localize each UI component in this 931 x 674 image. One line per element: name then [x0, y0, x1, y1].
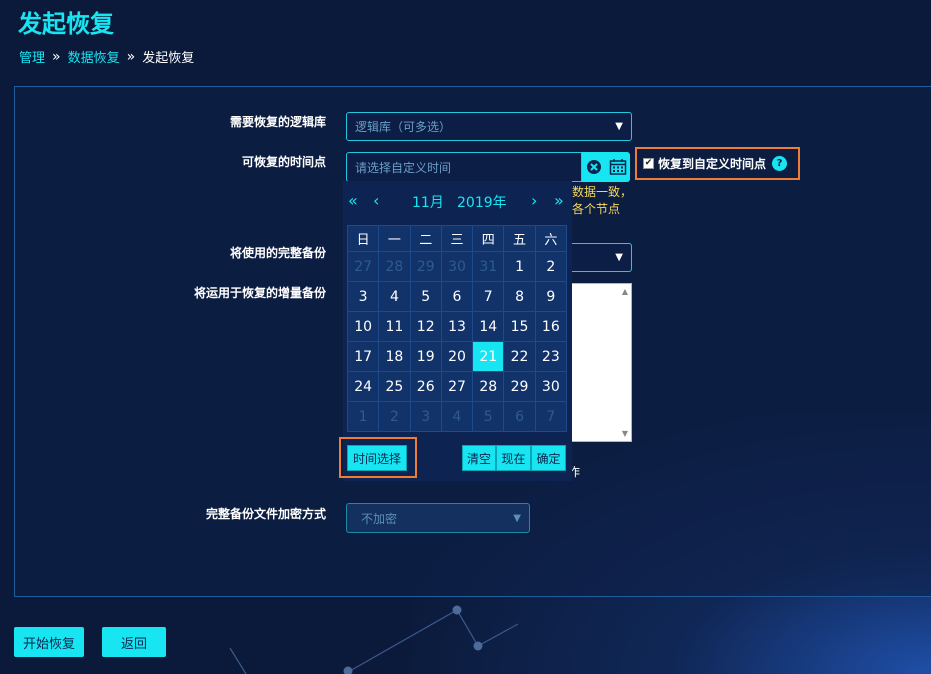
weekday-header: 二 — [409, 225, 442, 252]
weekday-header: 三 — [440, 225, 474, 252]
weekday-header: 一 — [378, 225, 411, 252]
calendar-day[interactable]: 31 — [472, 251, 505, 282]
calendar-day[interactable]: 15 — [503, 311, 536, 342]
calendar-icon[interactable] — [609, 158, 627, 176]
calendar-day[interactable]: 8 — [503, 281, 536, 312]
dropdown-arrow-icon: ▼ — [615, 121, 623, 132]
calendar-day[interactable]: 29 — [503, 371, 536, 402]
scroll-down-icon[interactable]: ▼ — [622, 429, 628, 438]
calendar-day[interactable]: 2 — [378, 401, 411, 432]
calendar-day[interactable]: 3 — [409, 401, 442, 432]
calendar-day[interactable]: 17 — [346, 341, 380, 372]
calendar-day-selected[interactable]: 21 — [472, 341, 505, 372]
left-icon[interactable]: ‹ — [373, 191, 379, 211]
time-input-placeholder: 请选择自定义时间 — [355, 160, 452, 175]
weekday-header: 五 — [503, 225, 536, 252]
hint-text-line1: 数据一致， — [572, 185, 633, 199]
db-select-placeholder: 逻辑库（可多选） — [355, 120, 452, 134]
date-picker: « ‹ 11月 2019年 › » 日 一 二 三 四 五 六 27 28 29… — [343, 181, 572, 481]
calendar-day[interactable]: 4 — [378, 281, 411, 312]
calendar-day[interactable]: 13 — [440, 311, 474, 342]
calendar-grid: 日 一 二 三 四 五 六 27 28 29 30 31 1 2 3 4 5 6… — [346, 225, 568, 432]
calendar-day[interactable]: 26 — [409, 371, 442, 402]
encrypt-select[interactable]: 不加密 ▼ — [346, 503, 530, 533]
weekday-header: 四 — [472, 225, 505, 252]
calendar-day[interactable]: 28 — [472, 371, 505, 402]
calendar-day[interactable]: 10 — [346, 311, 380, 342]
calendar-day[interactable]: 28 — [378, 251, 411, 282]
calendar-day[interactable]: 27 — [346, 251, 380, 282]
calendar-day[interactable]: 11 — [378, 311, 411, 342]
encrypt-select-value: 不加密 — [361, 511, 398, 526]
calendar-day[interactable]: 19 — [409, 341, 442, 372]
dropdown-arrow-icon: ▼ — [513, 512, 521, 524]
start-restore-button[interactable]: 开始恢复 — [14, 627, 84, 657]
calendar-day[interactable]: 27 — [440, 371, 474, 402]
calendar-day[interactable]: 18 — [378, 341, 411, 372]
clear-button[interactable]: 清空 — [462, 445, 496, 471]
date-input-buttons — [582, 152, 630, 182]
calendar-day[interactable]: 30 — [534, 371, 568, 402]
calendar-day[interactable]: 23 — [534, 341, 568, 372]
calendar-day[interactable]: 7 — [472, 281, 505, 312]
hint-text-line2: 各个节点 — [572, 202, 621, 216]
back-button[interactable]: 返回 — [102, 627, 166, 657]
calendar-day[interactable]: 5 — [472, 401, 505, 432]
dropdown-arrow-icon: ▼ — [615, 252, 623, 263]
db-select[interactable]: 逻辑库（可多选） ▼ — [346, 112, 632, 141]
clear-circle-icon[interactable] — [586, 159, 602, 175]
double-right-icon[interactable]: » — [554, 191, 564, 211]
calendar-day[interactable]: 6 — [440, 281, 474, 312]
calendar-day[interactable]: 25 — [378, 371, 411, 402]
weekday-header: 日 — [346, 225, 380, 252]
breadcrumb-separator: » — [52, 48, 61, 65]
calendar-day[interactable]: 3 — [346, 281, 380, 312]
calendar-day[interactable]: 30 — [440, 251, 474, 282]
calendar-day[interactable]: 24 — [346, 371, 380, 402]
calendar-day[interactable]: 5 — [409, 281, 442, 312]
help-icon[interactable]: ? — [772, 156, 788, 171]
right-icon[interactable]: › — [531, 191, 537, 211]
calendar-day[interactable]: 2 — [534, 251, 568, 282]
now-button[interactable]: 现在 — [496, 445, 531, 471]
calendar-day[interactable]: 1 — [503, 251, 536, 282]
double-left-icon[interactable]: « — [348, 191, 358, 211]
time-select-button[interactable]: 时间选择 — [347, 445, 407, 471]
calendar-month[interactable]: 11月 — [412, 192, 444, 212]
page-title: 发起恢复 — [18, 10, 114, 38]
calendar-year[interactable]: 2019年 — [457, 192, 507, 212]
full-backup-label: 将使用的完整备份 — [229, 246, 326, 260]
full-backup-select[interactable]: ▼ — [568, 243, 632, 272]
custom-time-checkbox[interactable]: ✔ — [643, 158, 654, 169]
calendar-day[interactable]: 6 — [503, 401, 536, 432]
weekday-header: 六 — [534, 225, 568, 252]
breadcrumb: 管理 » 数据恢复 » 发起恢复 — [19, 47, 195, 67]
calendar-day[interactable]: 29 — [409, 251, 442, 282]
calendar-day[interactable]: 20 — [440, 341, 474, 372]
custom-time-option: ✔ 恢复到自定义时间点 ? — [635, 147, 800, 180]
breadcrumb-data-recovery[interactable]: 数据恢复 — [68, 47, 120, 66]
encrypt-label: 完整备份文件加密方式 — [205, 507, 326, 521]
confirm-button[interactable]: 确定 — [531, 445, 566, 471]
time-input[interactable]: 请选择自定义时间 — [346, 152, 582, 182]
incremental-label: 将运用于恢复的增量备份 — [193, 286, 326, 300]
db-label: 需要恢复的逻辑库 — [229, 115, 326, 129]
scroll-up-icon[interactable]: ▲ — [622, 287, 628, 296]
calendar-day[interactable]: 9 — [534, 281, 568, 312]
calendar-day[interactable]: 7 — [534, 401, 568, 432]
calendar-day[interactable]: 22 — [503, 341, 536, 372]
calendar-day[interactable]: 1 — [346, 401, 380, 432]
calendar-day[interactable]: 4 — [440, 401, 474, 432]
time-label: 可恢复的时间点 — [241, 155, 326, 169]
breadcrumb-current: 发起恢复 — [142, 51, 195, 66]
calendar-day[interactable]: 12 — [409, 311, 442, 342]
calendar-day[interactable]: 16 — [534, 311, 568, 342]
breadcrumb-manage[interactable]: 管理 — [19, 47, 45, 66]
custom-time-label: 恢复到自定义时间点 — [658, 157, 767, 171]
incremental-list[interactable]: ▲ ▼ — [568, 283, 632, 442]
calendar-day[interactable]: 14 — [472, 311, 505, 342]
breadcrumb-separator: » — [126, 48, 136, 65]
